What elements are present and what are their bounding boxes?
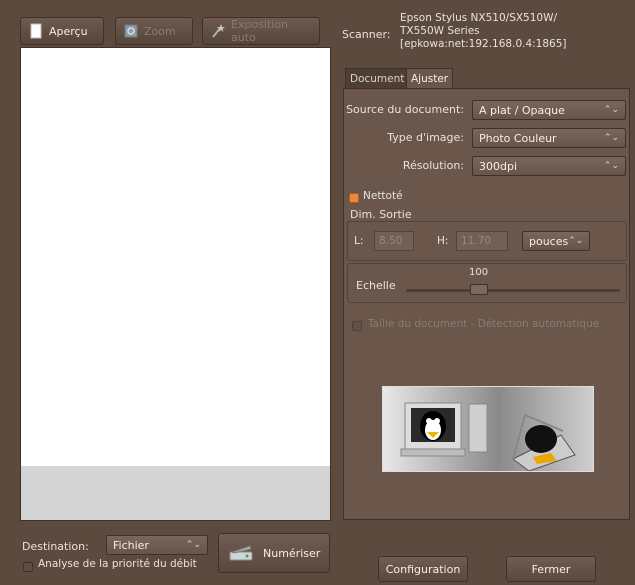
width-input[interactable]: 8.50 (374, 231, 414, 251)
scale-frame: Echelle 100 (347, 263, 627, 303)
zoom-label: Zoom (144, 24, 176, 38)
close-label: Fermer (531, 562, 571, 576)
tab-adjust-label: Ajuster (411, 72, 449, 85)
destination-value: Fichier (113, 538, 149, 552)
tab-document[interactable]: Document (345, 68, 410, 88)
scanner-info: Epson Stylus NX510/SX510W/ TX550W Series… (400, 12, 630, 51)
cleaned-checkbox[interactable] (349, 193, 359, 203)
width-value: 8.50 (379, 235, 403, 247)
scale-value: 100 (469, 267, 489, 278)
unit-select[interactable]: pouces ⌃⌄ (522, 231, 590, 251)
width-label: L: (354, 235, 364, 247)
updown-arrows-icon: ⌃⌄ (603, 105, 619, 115)
scanner-icon (229, 543, 253, 563)
updown-arrows-icon: ⌃⌄ (603, 161, 619, 171)
scanner-label: Scanner: (342, 28, 391, 41)
image-type-label: Type d'image: (387, 131, 464, 144)
tab-document-label: Document (350, 72, 405, 85)
resolution-label: Résolution: (402, 159, 464, 172)
image-type-select[interactable]: Photo Couleur ⌃⌄ (472, 128, 626, 148)
scanner-line: Epson Stylus NX510/SX510W/ (400, 12, 558, 24)
bandwidth-label: Analyse de la priorité du débit (38, 558, 197, 570)
close-button[interactable]: Fermer (506, 556, 596, 582)
auto-exposure-label: Exposition auto (231, 18, 289, 44)
scanner-line: [epkowa:net:192.168.0.4:1865] (400, 38, 567, 50)
image-type-value: Photo Couleur (479, 131, 557, 145)
scale-label: Echelle (356, 279, 396, 292)
destination-label: Destination: (22, 540, 89, 553)
auto-detect-checkbox[interactable] (352, 321, 362, 331)
updown-arrows-icon: ⌃⌄ (603, 133, 619, 143)
auto-exposure-button[interactable]: Exposition auto (202, 17, 320, 45)
scanner-illustration (382, 386, 594, 472)
updown-arrows-icon: ⌃⌄ (568, 236, 584, 246)
output-size-frame: L: 8.50 H: 11.70 pouces ⌃⌄ (347, 221, 627, 261)
height-value: 11.70 (461, 235, 492, 247)
output-size-title: Dim. Sortie (350, 208, 412, 221)
preview-label: Aperçu (49, 24, 88, 38)
zoom-button[interactable]: Zoom (115, 17, 193, 45)
resolution-select[interactable]: 300dpi ⌃⌄ (472, 156, 626, 176)
cleaned-label: Nettoté (363, 190, 403, 202)
height-label: H: (437, 235, 449, 247)
height-input[interactable]: 11.70 (456, 231, 508, 251)
resolution-value: 300dpi (479, 159, 518, 173)
tab-adjust[interactable]: Ajuster (406, 68, 454, 88)
configuration-button[interactable]: Configuration (378, 556, 468, 582)
source-select[interactable]: A plat / Opaque ⌃⌄ (472, 100, 626, 120)
exposure-wand-icon (211, 23, 225, 39)
configuration-label: Configuration (385, 562, 461, 576)
scan-button[interactable]: Numériser (218, 533, 330, 573)
preview-button[interactable]: Aperçu (20, 17, 104, 45)
scan-label: Numériser (263, 546, 321, 560)
document-icon (29, 23, 43, 39)
source-value: A plat / Opaque (479, 103, 565, 117)
destination-select[interactable]: Fichier ⌃⌄ (106, 535, 208, 555)
bandwidth-checkbox[interactable] (23, 562, 33, 572)
updown-arrows-icon: ⌃⌄ (185, 540, 201, 550)
unit-value: pouces (529, 234, 569, 248)
preview-bottom-strip (21, 466, 330, 520)
scale-slider-handle[interactable] (470, 284, 488, 295)
source-label: Source du document: (346, 103, 464, 116)
auto-detect-label: Taille du document - Détection automatiq… (368, 318, 600, 330)
preview-area[interactable] (20, 47, 331, 521)
zoom-icon (124, 23, 138, 39)
scale-slider-track[interactable] (406, 289, 620, 292)
scanner-line: TX550W Series (400, 25, 480, 37)
settings-panel: Source du document: A plat / Opaque ⌃⌄ T… (343, 88, 630, 520)
